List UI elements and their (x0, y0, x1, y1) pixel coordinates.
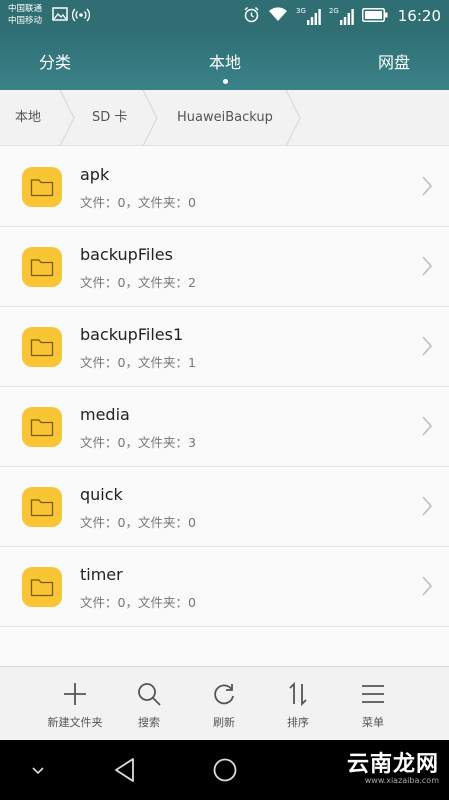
refresh-button[interactable]: 刷新 (189, 681, 259, 730)
folder-icon (22, 567, 62, 607)
menu-icon (362, 685, 384, 703)
network-label-3g: 3G (295, 7, 306, 15)
file-meta: 文件：0，文件夹：1 (80, 355, 196, 370)
signal-bars-icon (339, 9, 354, 25)
chevron-right-icon (422, 496, 433, 516)
file-meta: 文件：0，文件夹：2 (80, 275, 196, 290)
bottom-toolbar: 新建文件夹 搜索 刷新 排序 菜单 (0, 666, 449, 740)
file-name: quick (80, 485, 123, 504)
breadcrumb-item-sdcard[interactable]: SD 卡 (92, 90, 127, 146)
carrier-info: 中国联通 中国移动 (8, 3, 42, 27)
tab-label: 网盘 (377, 53, 410, 72)
tool-label: 搜索 (138, 716, 160, 729)
list-item[interactable]: quick 文件：0，文件夹：0 (0, 467, 449, 547)
image-icon (52, 6, 68, 26)
file-meta: 文件：0，文件夹：0 (80, 515, 196, 530)
navigation-bar: 云南龙网 www.xiazaiba.com (0, 740, 449, 800)
folder-icon (22, 407, 62, 447)
plus-icon (64, 683, 86, 705)
back-icon[interactable] (112, 756, 138, 784)
search-icon (138, 683, 161, 706)
file-meta: 文件：0，文件夹：0 (80, 595, 196, 610)
file-name: backupFiles (80, 245, 173, 264)
chevron-right-icon (422, 576, 433, 596)
tool-label: 新建文件夹 (47, 716, 103, 729)
status-right: 3G 2G 16:20 (243, 0, 441, 32)
file-name: timer (80, 565, 123, 584)
active-tab-indicator (222, 78, 228, 84)
tab-label: 本地 (208, 52, 241, 72)
home-icon[interactable] (211, 756, 239, 784)
chevron-right-icon (422, 336, 433, 356)
tab-cloud[interactable]: 网盘 (339, 32, 449, 90)
watermark-text: 云南龙网 (346, 752, 439, 777)
list-item[interactable]: media 文件：0，文件夹：3 (0, 387, 449, 467)
sort-icon (289, 681, 307, 707)
signal-2g: 2G (329, 7, 354, 25)
tool-label: 刷新 (213, 716, 235, 729)
refresh-icon (214, 684, 234, 705)
breadcrumb-separator-icon (142, 90, 158, 146)
signal-bars-icon (306, 9, 321, 25)
hotspot-icon (71, 6, 91, 26)
status-bar: 中国联通 中国移动 3G 2G 16:20 (0, 0, 449, 32)
watermark: 云南龙网 www.xiazaiba.com (347, 746, 439, 785)
breadcrumb-separator-icon (285, 90, 301, 146)
folder-icon (22, 167, 62, 207)
list-item[interactable]: timer 文件：0，文件夹：0 (0, 547, 449, 627)
carrier-2: 中国移动 (8, 16, 43, 26)
file-name: apk (80, 165, 110, 184)
file-name: backupFiles1 (80, 325, 184, 344)
chevron-right-icon (422, 416, 433, 436)
tab-bar: 分类 本地 网盘 (0, 32, 449, 90)
tab-category[interactable]: 分类 (0, 32, 110, 90)
folder-icon (22, 327, 62, 367)
tab-local[interactable]: 本地 (170, 32, 280, 90)
file-meta: 文件：0，文件夹：3 (80, 435, 196, 450)
chevron-right-icon (422, 176, 433, 196)
network-label-2g: 2G (328, 7, 339, 15)
alarm-icon (243, 6, 260, 27)
tool-label: 排序 (287, 716, 309, 729)
sort-button[interactable]: 排序 (263, 681, 333, 730)
breadcrumb-item-huaweibackup[interactable]: HuaweiBackup (177, 90, 273, 146)
carrier-1: 中国联通 (8, 4, 43, 14)
menu-button[interactable]: 菜单 (338, 681, 408, 730)
chevron-right-icon (422, 256, 433, 276)
file-meta: 文件：0，文件夹：0 (80, 195, 196, 210)
list-item[interactable]: backupFiles 文件：0，文件夹：2 (0, 227, 449, 307)
chevron-down-icon[interactable] (28, 760, 48, 780)
breadcrumb: 本地 SD 卡 HuaweiBackup (0, 90, 449, 146)
battery-icon (361, 7, 388, 26)
folder-icon (22, 247, 62, 287)
file-list: apk 文件：0，文件夹：0 backupFiles 文件：0，文件夹：2 ba… (0, 147, 449, 627)
breadcrumb-item-local[interactable]: 本地 (15, 90, 41, 146)
clock: 16:20 (397, 7, 441, 25)
folder-icon (22, 487, 62, 527)
search-button[interactable]: 搜索 (114, 681, 184, 730)
new-folder-button[interactable]: 新建文件夹 (40, 681, 110, 730)
wifi-icon (268, 6, 288, 26)
list-item[interactable]: apk 文件：0，文件夹：0 (0, 147, 449, 227)
file-name: media (80, 405, 130, 424)
list-item[interactable]: backupFiles1 文件：0，文件夹：1 (0, 307, 449, 387)
tool-label: 菜单 (362, 716, 384, 729)
breadcrumb-separator-icon (59, 90, 75, 146)
tab-label: 分类 (38, 53, 71, 72)
signal-3g: 3G (296, 7, 321, 25)
